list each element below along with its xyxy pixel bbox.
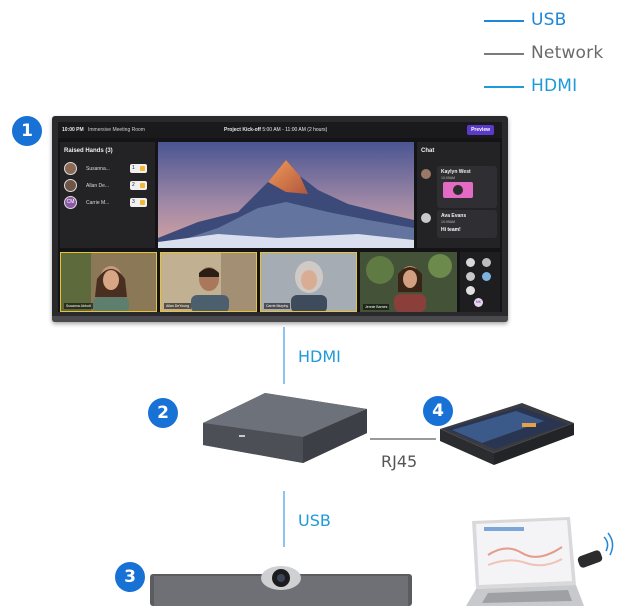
raised-hand-name: Susanna... (86, 166, 110, 172)
meeting-time: 5:00 AM - 11:00 AM (2 hours) (262, 127, 328, 133)
camera-bar-image (150, 566, 412, 606)
chat-message: Ava Evans 10:09AM Hi team! (437, 210, 497, 238)
legend-line-hdmi (484, 86, 524, 88)
chat-title: Chat (421, 148, 435, 154)
touch-panel-image (440, 403, 574, 465)
chat-text: Hi team! (441, 227, 461, 233)
screen-time: 10:00 PM (62, 127, 84, 133)
participant-image (360, 252, 457, 312)
preview-button[interactable]: Preview (467, 125, 494, 135)
usb-cable (283, 491, 285, 547)
legend: USB Network HDMI (484, 8, 614, 107)
usb-label: USB (298, 511, 331, 530)
avatar (466, 286, 475, 295)
avatar (466, 258, 475, 267)
display-screen: 10:00 PM Immersive Meeting Room Project … (58, 122, 502, 312)
raised-hand-row: Susanna... 1 (64, 162, 152, 176)
screen-room: Immersive Meeting Room (88, 127, 145, 133)
camera-bar (150, 560, 412, 606)
legend-label-usb: USB (531, 10, 567, 30)
chat-message: Kaylyn West 10:09AM (437, 166, 497, 208)
video-tile[interactable]: Allan DeYoung (160, 252, 257, 312)
raised-hand-name: Carrie M... (86, 200, 110, 206)
avatar (482, 272, 491, 281)
meeting-title: Project Kick-off (224, 127, 261, 133)
avatar (421, 169, 431, 179)
touch-panel (432, 403, 574, 469)
badge-2: 2 (148, 398, 178, 428)
tile-label: Jennie Barnes (363, 304, 390, 310)
main-video-caption: Allan DeYoung (161, 240, 188, 245)
avatar (64, 179, 77, 192)
rj45-cable (370, 438, 436, 440)
raised-hands-panel: Raised Hands (3) Susanna... 1 Allan De..… (60, 142, 155, 248)
raised-hand-order: 3 (130, 198, 147, 207)
laptop (458, 515, 620, 606)
legend-label-hdmi: HDMI (531, 76, 578, 96)
main-video-mountain: Allan DeYoung (158, 142, 414, 248)
avatar (482, 258, 491, 267)
chat-sender: Kaylyn West (441, 169, 471, 175)
raised-hand-order: 2 (130, 181, 147, 190)
tile-label: Allan DeYoung (164, 303, 192, 309)
screen-meeting: Project Kick-off 5:00 AM - 11:00 AM (2 h… (224, 127, 327, 133)
legend-line-network (484, 53, 524, 55)
raised-hand-row: CM Carrie M... 3 (64, 196, 152, 210)
legend-item-usb: USB (484, 8, 614, 41)
avatar-initials: MK (474, 298, 483, 307)
avatar (64, 162, 77, 175)
chat-time: 10:09AM (441, 176, 456, 180)
rj45-label: RJ45 (381, 452, 418, 471)
video-tile[interactable]: Carrie Murphy (260, 252, 357, 312)
chat-panel: Chat Kaylyn West 10:09AM Ava Evans 10:09… (417, 142, 500, 248)
video-tile[interactable]: Susanna Abbott (60, 252, 157, 312)
tile-label: Susanna Abbott (64, 303, 93, 309)
badge-1: 1 (12, 116, 42, 146)
raised-hand-name: Allan De... (86, 183, 110, 189)
chat-sender: Ava Evans (441, 213, 467, 219)
mountain-image (158, 142, 414, 248)
legend-label-network: Network (531, 43, 604, 63)
avatar (466, 272, 475, 281)
chat-media-thumbnail[interactable] (443, 182, 473, 198)
badge-3: 3 (115, 562, 145, 592)
chat-time: 10:09AM (441, 220, 456, 224)
legend-line-usb (484, 20, 524, 22)
display-bezel (52, 316, 508, 322)
screen-topbar: 10:00 PM Immersive Meeting Room Project … (58, 122, 502, 138)
avatar-initials: CM (64, 196, 77, 209)
video-tile[interactable]: Jennie Barnes (360, 252, 457, 312)
raised-hand-order: 1 (130, 164, 147, 173)
hdmi-label: HDMI (298, 347, 341, 366)
legend-item-hdmi: HDMI (484, 74, 614, 107)
raised-hands-title: Raised Hands (3) (64, 148, 113, 154)
hub-device-image (203, 393, 367, 463)
legend-item-network: Network (484, 41, 614, 74)
hdmi-cable (283, 327, 285, 384)
participant-strip: MK (460, 252, 500, 312)
laptop-image (466, 517, 614, 606)
meeting-display: 10:00 PM Immersive Meeting Room Project … (52, 116, 508, 322)
raised-hand-row: Allan De... 2 (64, 179, 152, 193)
tile-label: Carrie Murphy (264, 303, 291, 309)
compute-hub (203, 393, 367, 473)
avatar (421, 213, 431, 223)
